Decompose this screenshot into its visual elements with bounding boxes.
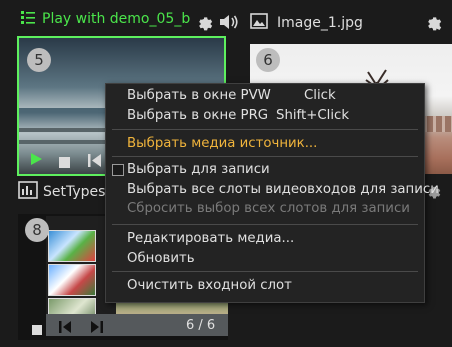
context-menu: Выбрать в окне PVW Click Выбрать в окне … bbox=[105, 83, 439, 303]
play-icon[interactable] bbox=[29, 151, 43, 170]
right-panel-header: Image_1.jpg bbox=[248, 10, 452, 36]
bottom-panel-title: SetTypes. bbox=[43, 184, 110, 200]
gear-icon[interactable] bbox=[195, 13, 213, 31]
record-checkbox[interactable] bbox=[112, 164, 124, 176]
shortcut-label: Click bbox=[304, 88, 336, 103]
menu-item-select-for-record[interactable]: Выбрать для записи bbox=[127, 162, 270, 177]
slot-number-badge: 8 bbox=[25, 218, 49, 242]
menu-item-refresh[interactable]: Обновить bbox=[127, 251, 195, 266]
speaker-icon[interactable] bbox=[219, 14, 239, 34]
stop-icon[interactable] bbox=[59, 153, 70, 172]
menu-item-select-media-source[interactable]: Выбрать медиа источник... bbox=[127, 136, 317, 151]
skip-forward-icon[interactable] bbox=[90, 318, 103, 337]
menu-separator bbox=[112, 129, 418, 130]
menu-separator bbox=[112, 271, 418, 272]
thumbnail bbox=[48, 264, 96, 296]
menu-item-select-prg[interactable]: Выбрать в окне PRG bbox=[127, 108, 268, 123]
list-icon[interactable] bbox=[20, 9, 36, 29]
menu-item-select-pvw[interactable]: Выбрать в окне PVW bbox=[127, 88, 271, 103]
gear-icon[interactable] bbox=[424, 13, 442, 31]
menu-item-reset-all-slots: Сбросить выбор всех слотов для записи bbox=[127, 201, 410, 216]
skip-back-icon[interactable] bbox=[88, 152, 102, 171]
bottom-panel-header: SetTypes. bbox=[0, 179, 110, 205]
slot-number-badge: 6 bbox=[256, 48, 280, 72]
image-icon bbox=[250, 13, 268, 33]
left-panel-title: Play with demo_05_b bbox=[42, 11, 191, 27]
menu-item-clear-slot[interactable]: Очистить входной слот bbox=[127, 278, 292, 293]
skip-back-icon[interactable] bbox=[59, 318, 72, 337]
menu-item-select-all-slots[interactable]: Выбрать все слоты видеовходов для записи bbox=[127, 182, 439, 197]
shortcut-label: Shift+Click bbox=[276, 108, 350, 123]
waveform-icon bbox=[18, 181, 38, 203]
menu-item-edit-media[interactable]: Редактировать медиа... bbox=[127, 231, 294, 246]
slot-number-badge: 5 bbox=[27, 48, 51, 72]
stop-icon[interactable] bbox=[32, 320, 42, 339]
thumbnail bbox=[48, 230, 96, 262]
menu-separator bbox=[112, 224, 418, 225]
menu-separator bbox=[112, 156, 418, 157]
media-counter: 6 / 6 bbox=[186, 318, 216, 333]
right-panel-title: Image_1.jpg bbox=[277, 15, 363, 31]
